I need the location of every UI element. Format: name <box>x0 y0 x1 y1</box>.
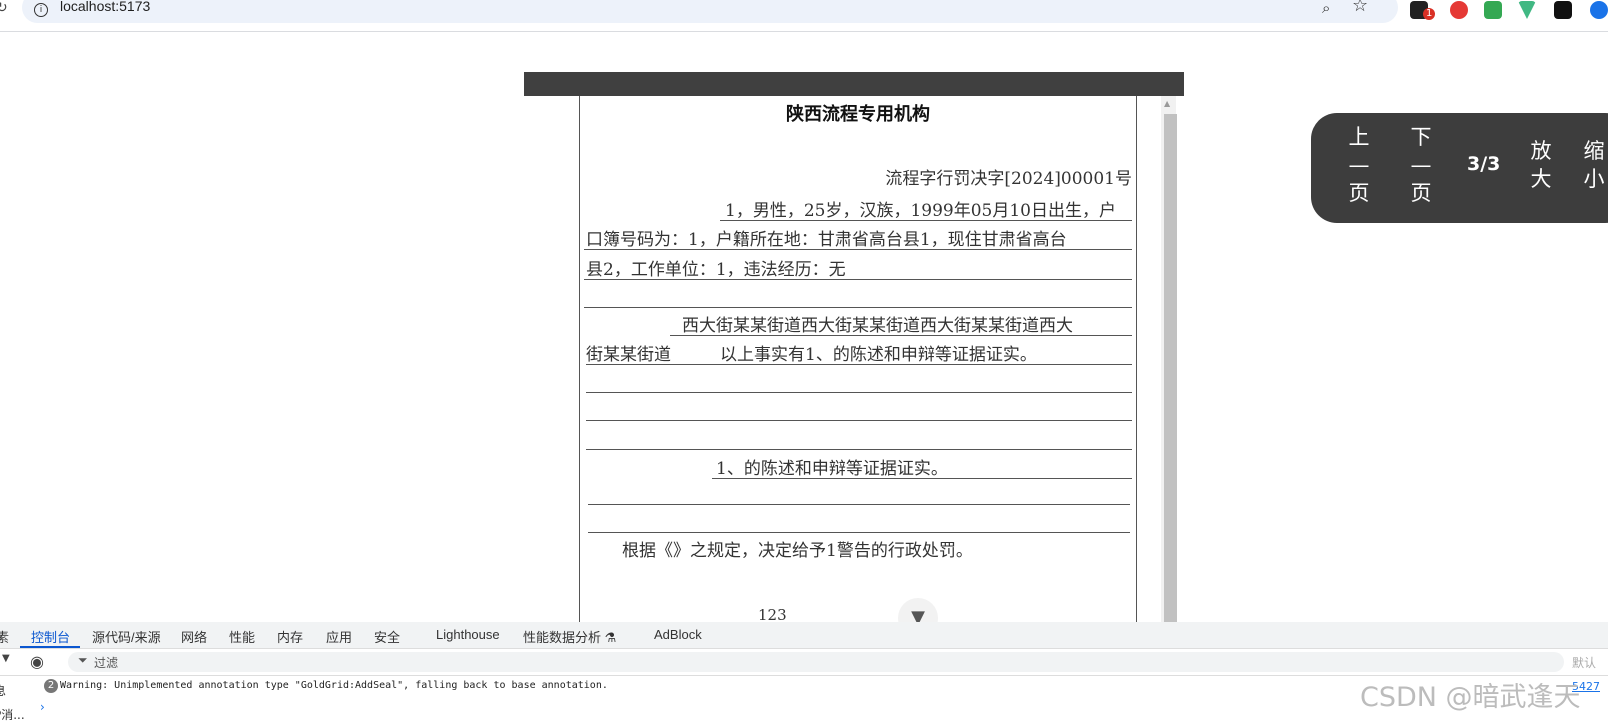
reload-icon[interactable]: ↻ <box>0 0 8 16</box>
underline <box>588 504 1130 505</box>
text-line: 西大街某某街道西大街某某街道西大街某某街道西大 <box>682 316 1073 336</box>
tab-adblock[interactable]: AdBlock <box>654 627 702 642</box>
adblock-extension-icon[interactable] <box>1450 1 1468 19</box>
tab-application[interactable]: 应用 <box>326 627 352 646</box>
watermark: CSDN @暗武逢天 <box>1360 682 1581 713</box>
document-title: 陕西流程专用机构 <box>786 104 930 125</box>
underline <box>584 249 1132 250</box>
address-bar[interactable]: i localhost:5173 ⌕ ☆ <box>22 0 1398 23</box>
prev-page-label: 上 — 页 <box>1348 125 1370 205</box>
sidebar-label-messages[interactable]: P消... <box>0 706 25 723</box>
underline <box>720 220 1132 221</box>
warning-count-badge: 2 <box>44 679 58 693</box>
console-filter-input[interactable]: ⏷ 过滤 <box>68 652 1564 672</box>
console-prompt-icon[interactable]: › <box>40 700 45 714</box>
tab-console[interactable]: 控制台 <box>31 627 70 646</box>
underline <box>586 449 1132 450</box>
dark-extension-icon[interactable] <box>1554 1 1572 19</box>
page-indicator: 3/3 <box>1467 153 1501 175</box>
text-line: 街某某街道 <box>586 345 671 365</box>
zoom-out-label: 缩小 <box>1583 139 1605 191</box>
filter-placeholder: 过滤 <box>94 656 119 670</box>
active-tab-indicator <box>20 646 80 648</box>
page-control-panel: 上 — 页 下 — 页 3/3 放大 缩小 <box>1311 113 1608 223</box>
warning-message: Warning: Unimplemented annotation type "… <box>60 680 608 691</box>
prev-page-button[interactable]: 上 — 页 <box>1346 123 1372 207</box>
devtools-tabbar: 素 控制台 源代码/来源 网络 性能 内存 应用 安全 Lighthouse 性… <box>0 622 1608 649</box>
next-page-button[interactable]: 下 — 页 <box>1408 123 1434 207</box>
text-line: 根据《》之规定，决定给予1警告的行政处罚。 <box>622 541 973 561</box>
document-page: 陕西流程专用机构 流程字行罚决字[2024]00001号 1，男性，25岁，汉族… <box>579 96 1137 622</box>
vue-devtools-icon[interactable] <box>1518 1 1536 19</box>
tab-performance-insights[interactable]: 性能数据分析 ⚗ <box>523 627 616 646</box>
filter-icon: ⏷ <box>78 653 88 667</box>
viewer-header <box>524 72 1184 96</box>
tab-memory[interactable]: 内存 <box>277 627 303 646</box>
text-line: 1，男性，25岁，汉族，1999年05月10日出生，户 <box>725 201 1116 221</box>
underline <box>586 392 1132 393</box>
tab-security[interactable]: 安全 <box>374 627 400 646</box>
console-toolbar: ▼ ◉ ⏷ 过滤 默认 <box>0 649 1608 676</box>
url-text[interactable]: localhost:5173 <box>60 0 150 14</box>
pdf-viewer: 陕西流程专用机构 流程字行罚决字[2024]00001号 1，男性，25岁，汉族… <box>524 72 1184 622</box>
underline <box>588 532 1130 533</box>
site-info-icon[interactable]: i <box>34 3 48 17</box>
log-level-dropdown[interactable]: 默认 <box>1572 654 1596 671</box>
context-dropdown-icon[interactable]: ▼ <box>2 653 10 664</box>
tab-elements[interactable]: 素 <box>0 627 9 646</box>
scroll-up-arrow-icon[interactable]: ▲ <box>1164 99 1170 108</box>
scrollbar-thumb[interactable] <box>1164 114 1177 622</box>
underline <box>584 307 1132 308</box>
tab-performance[interactable]: 性能 <box>229 627 255 646</box>
shield-extension-icon[interactable] <box>1484 1 1502 19</box>
live-expression-eye-icon[interactable]: ◉ <box>30 652 44 671</box>
profile-icon[interactable] <box>1590 1 1608 19</box>
zoom-out-button[interactable]: 缩小 <box>1581 137 1607 193</box>
zoom-in-label: 放大 <box>1530 139 1552 191</box>
browser-toolbar: ↻ i localhost:5173 ⌕ ☆ 1 <box>0 0 1608 32</box>
text-line: 以上事实有1、的陈述和申辩等证据证实。 <box>720 345 1037 365</box>
zoom-in-button[interactable]: 放大 <box>1528 137 1554 193</box>
text-line: 口簿号码为：1，户籍所在地：甘肃省高台县1，现住甘肃省高台 <box>586 230 1067 250</box>
tab-sources[interactable]: 源代码/来源 <box>92 627 161 646</box>
text-line: 1、的陈述和申辩等证据证实。 <box>716 459 948 479</box>
page-number: 123 <box>758 606 787 622</box>
underline <box>586 364 1132 365</box>
document-number: 流程字行罚决字[2024]00001号 <box>885 169 1132 189</box>
zoom-icon[interactable]: ⌕ <box>1322 0 1330 17</box>
tab-lighthouse[interactable]: Lighthouse <box>436 627 500 642</box>
underline <box>712 478 1132 479</box>
next-page-label: 下 — 页 <box>1410 125 1432 205</box>
tab-network[interactable]: 网络 <box>181 627 207 646</box>
underline <box>586 420 1132 421</box>
extension-badge: 1 <box>1423 8 1436 20</box>
scroll-down-button[interactable]: ▼ <box>898 598 938 622</box>
underline <box>670 335 1132 336</box>
text-line: 县2，工作单位：1，违法经历：无 <box>586 260 846 280</box>
bookmark-star-icon[interactable]: ☆ <box>1352 0 1368 16</box>
underline <box>584 279 1132 280</box>
